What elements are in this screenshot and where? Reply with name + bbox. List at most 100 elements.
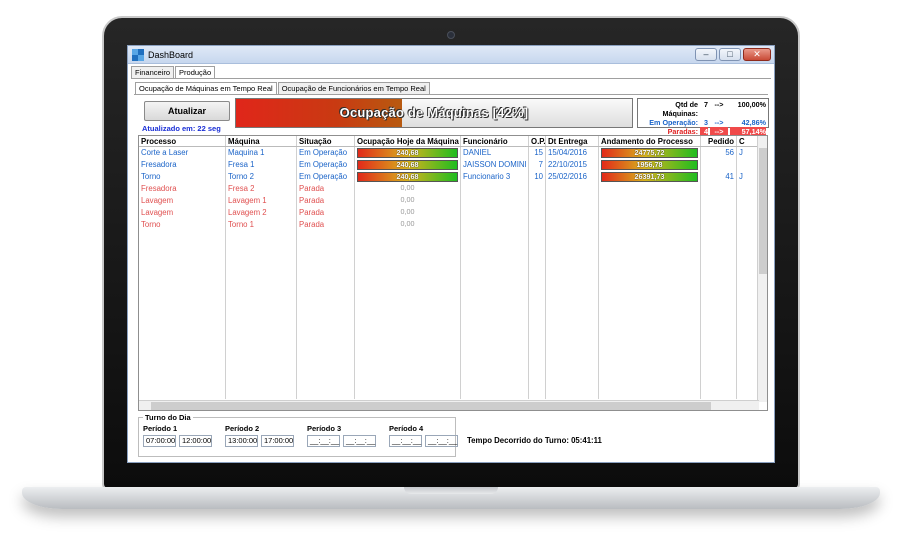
vertical-scrollbar[interactable]: [757, 136, 767, 402]
horizontal-scrollbar[interactable]: [139, 400, 759, 410]
table-row[interactable]: Fresadora Fresa 2 Parada 0,00: [139, 183, 767, 195]
table-row[interactable]: Torno Torno 1 Parada 0,00: [139, 219, 767, 231]
empty-cell: [139, 351, 226, 363]
table-row[interactable]: Torno Torno 2 Em Operação 240,68 Funcionario…: [139, 171, 767, 183]
empty-cell: [226, 315, 297, 327]
col-situacao[interactable]: Situação: [297, 136, 355, 146]
close-button[interactable]: ✕: [743, 48, 771, 61]
cell-entrega: 15/04/2016: [546, 147, 599, 159]
summary-op-row: Em Operação: 3 --> 42,86%: [640, 118, 766, 127]
col-ocupacao[interactable]: Ocupação Hoje da Máquina: [355, 136, 461, 146]
cell-funcionario: [461, 219, 529, 231]
empty-cell: [599, 387, 701, 399]
periodo-4-start[interactable]: __:__:__: [389, 435, 422, 447]
empty-cell: [529, 351, 546, 363]
periodo-3-start[interactable]: __:__:__: [307, 435, 340, 447]
vertical-scroll-thumb[interactable]: [759, 148, 767, 274]
col-andamento[interactable]: Andamento do Processo: [599, 136, 701, 146]
ocupacao-bar: 240,68: [357, 148, 458, 158]
cell-op: 10: [529, 171, 546, 183]
tab-producao[interactable]: Produção: [175, 66, 216, 78]
empty-cell: [355, 291, 461, 303]
turno-group: Turno do Dia Período 1 07:00:00 12:00:00…: [138, 413, 458, 457]
cell-funcionario: JAISSON DOMINI: [461, 159, 529, 171]
empty-cell: [546, 243, 599, 255]
total-arrow: -->: [714, 100, 724, 109]
cell-c: [737, 195, 757, 207]
empty-cell: [701, 339, 737, 351]
empty-cell: [599, 303, 701, 315]
horizontal-scroll-thumb[interactable]: [151, 402, 711, 410]
table-row-empty: [139, 375, 767, 387]
col-pedido[interactable]: Pedido: [701, 136, 737, 146]
empty-cell: [226, 339, 297, 351]
empty-cell: [701, 231, 737, 243]
empty-cell: [139, 231, 226, 243]
periodo-2-start[interactable]: 13:00:00: [225, 435, 258, 447]
empty-cell: [355, 375, 461, 387]
periodo-4-end[interactable]: __:__:__: [425, 435, 458, 447]
empty-cell: [546, 231, 599, 243]
cell-andamento: 24775,72: [599, 147, 701, 159]
empty-cell: [546, 291, 599, 303]
empty-cell: [529, 303, 546, 315]
updated-label: Atualizado em: 22 seg: [142, 124, 221, 133]
occupancy-bar: Ocupação de Máquinas [42%]: [235, 98, 633, 128]
empty-cell: [461, 375, 529, 387]
ocupacao-bar: 0,00: [400, 183, 415, 192]
col-c[interactable]: C: [737, 136, 757, 146]
col-funcionario[interactable]: Funcionário: [461, 136, 529, 146]
table-row[interactable]: Corte a Laser Maquina 1 Em Operação 240,68 D…: [139, 147, 767, 159]
cell-op: [529, 207, 546, 219]
empty-cell: [139, 387, 226, 399]
table-row[interactable]: Fresadora Fresa 1 Em Operação 240,68 JAISSON…: [139, 159, 767, 171]
cell-situacao: Parada: [297, 207, 355, 219]
tab-ocupacao-funcionarios[interactable]: Ocupação de Funcionários em Tempo Real: [277, 82, 430, 94]
camera-icon: [447, 31, 455, 39]
cell-maquina: Lavagem 2: [226, 207, 297, 219]
op-arrow: -->: [714, 118, 724, 127]
empty-cell: [701, 279, 737, 291]
empty-cell: [529, 267, 546, 279]
maximize-button[interactable]: □: [719, 48, 741, 61]
col-op[interactable]: O.P.: [529, 136, 546, 146]
empty-cell: [226, 387, 297, 399]
empty-cell: [599, 243, 701, 255]
cell-processo: Torno: [139, 171, 226, 183]
title-bar[interactable]: DashBoard – □ ✕: [128, 46, 774, 64]
main-tabs: Financeiro Produção: [128, 64, 774, 78]
empty-cell: [546, 267, 599, 279]
col-processo[interactable]: Processo: [139, 136, 226, 146]
empty-cell: [226, 375, 297, 387]
empty-cell: [461, 291, 529, 303]
tab-financeiro[interactable]: Financeiro: [131, 66, 175, 78]
ocupacao-bar: 240,68: [357, 172, 458, 182]
minimize-button[interactable]: –: [695, 48, 717, 61]
tab-ocupacao-maquinas[interactable]: Ocupação de Máquinas em Tempo Real: [135, 82, 277, 94]
cell-processo: Corte a Laser: [139, 147, 226, 159]
empty-cell: [529, 375, 546, 387]
cell-c: J: [739, 148, 743, 157]
col-entrega[interactable]: Dt Entrega: [546, 136, 599, 146]
periodo-1-start[interactable]: 07:00:00: [143, 435, 176, 447]
update-button[interactable]: Atualizar: [144, 101, 230, 121]
periodo-1-label: Período 1: [143, 424, 178, 433]
periodo-1-end[interactable]: 12:00:00: [179, 435, 212, 447]
cell-funcionario: Funcionario 3: [461, 171, 529, 183]
cell-situacao: Parada: [297, 219, 355, 231]
summary-box: Qtd de Máquinas: 7 --> 100,00% Em Operaç…: [637, 98, 769, 136]
op-label: Em Operação:: [649, 118, 698, 127]
empty-cell: [701, 243, 737, 255]
empty-cell: [139, 339, 226, 351]
periodo-3-end[interactable]: __:__:__: [343, 435, 376, 447]
periodo-2-end[interactable]: 17:00:00: [261, 435, 294, 447]
window-title: DashBoard: [148, 49, 194, 60]
periodo-2-label: Período 2: [225, 424, 260, 433]
machines-grid[interactable]: Processo Máquina Situação Ocupação Hoje …: [138, 135, 768, 411]
table-row[interactable]: Lavagem Lavagem 2 Parada 0,00: [139, 207, 767, 219]
table-row[interactable]: Lavagem Lavagem 1 Parada 0,00: [139, 195, 767, 207]
col-maquina[interactable]: Máquina: [226, 136, 297, 146]
cell-andamento: [599, 183, 701, 195]
app-icon: [132, 48, 144, 61]
empty-cell: [461, 315, 529, 327]
